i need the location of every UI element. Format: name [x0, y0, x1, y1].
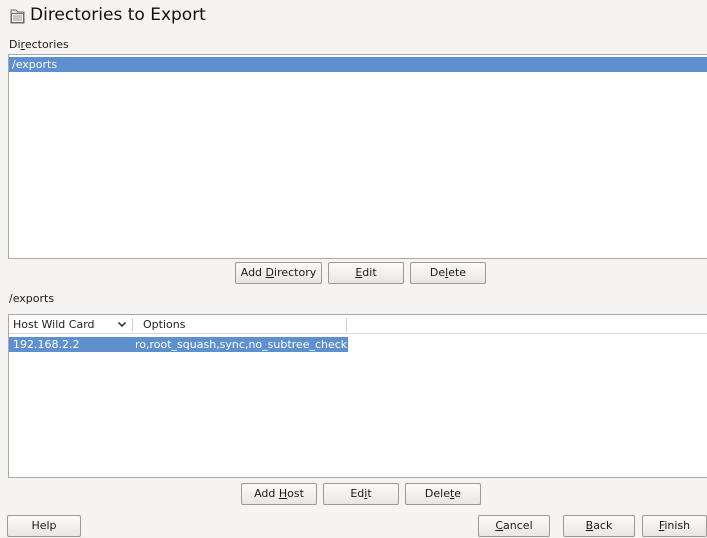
hosts-table[interactable]: Host Wild Card Options 192.168.2.2 ro,ro… [8, 314, 707, 478]
add-host-button-label-b: ost [287, 487, 304, 500]
add-directory-button-label-b: irectory [274, 266, 317, 279]
hosts-label: /exports [9, 292, 55, 305]
options-cell: ro,root_squash,sync,no_subtree_check [135, 338, 348, 351]
add-host-button[interactable]: Add Host [241, 483, 317, 505]
add-host-button-mnemonic: H [278, 487, 288, 500]
finish-button[interactable]: Finish [642, 515, 707, 537]
add-directory-button[interactable]: Add Directory [235, 262, 322, 284]
delete-directory-button-label-a: De [429, 266, 446, 279]
delete-host-button-label-a: Dele [424, 487, 450, 500]
directory-item-label: /exports [12, 58, 58, 71]
column-header-options-label: Options [143, 318, 186, 331]
back-button-label: ack [593, 519, 613, 532]
column-header-host-label: Host Wild Card [13, 318, 95, 331]
directories-label-post: ectories [24, 38, 69, 51]
add-directory-button-label-a: Add [240, 266, 266, 279]
delete-host-button[interactable]: Delete [405, 483, 481, 505]
edit-host-button-label-a: Ed [350, 487, 365, 500]
edit-host-button[interactable]: Edit [323, 483, 399, 505]
directory-item-exports[interactable]: /exports [9, 57, 707, 72]
host-cell: 192.168.2.2 [13, 338, 80, 351]
column-header-options[interactable]: Options [139, 315, 707, 334]
edit-directory-button[interactable]: Edit [328, 262, 404, 284]
edit-host-button-label-b: t [367, 487, 372, 500]
finish-button-label: inish [664, 519, 691, 532]
back-button[interactable]: Back [563, 515, 635, 537]
folder-icon [9, 7, 26, 25]
table-row[interactable]: 192.168.2.2 ro,root_squash,sync,no_subtr… [9, 337, 348, 352]
cancel-button[interactable]: Cancel [478, 515, 550, 537]
help-button[interactable]: Help [7, 515, 81, 537]
page-title: Directories to Export [30, 5, 206, 25]
delete-host-button-label-b: e [454, 487, 462, 500]
directories-label-pre: Di [9, 38, 21, 51]
column-separator [346, 318, 347, 331]
add-directory-button-mnemonic: D [265, 266, 275, 279]
directories-list[interactable]: /exports [8, 54, 707, 259]
cancel-button-label: ancel [503, 519, 533, 532]
directories-label: Directories [9, 38, 69, 51]
add-host-button-label-a: Add [254, 487, 279, 500]
column-header-host-wild-card[interactable]: Host Wild Card [9, 315, 139, 334]
delete-directory-button-label-b: ete [448, 266, 467, 279]
cancel-button-mnemonic: C [495, 519, 504, 532]
edit-directory-button-label: dit [362, 266, 377, 279]
delete-directory-button[interactable]: Delete [410, 262, 486, 284]
column-separator [132, 318, 133, 331]
